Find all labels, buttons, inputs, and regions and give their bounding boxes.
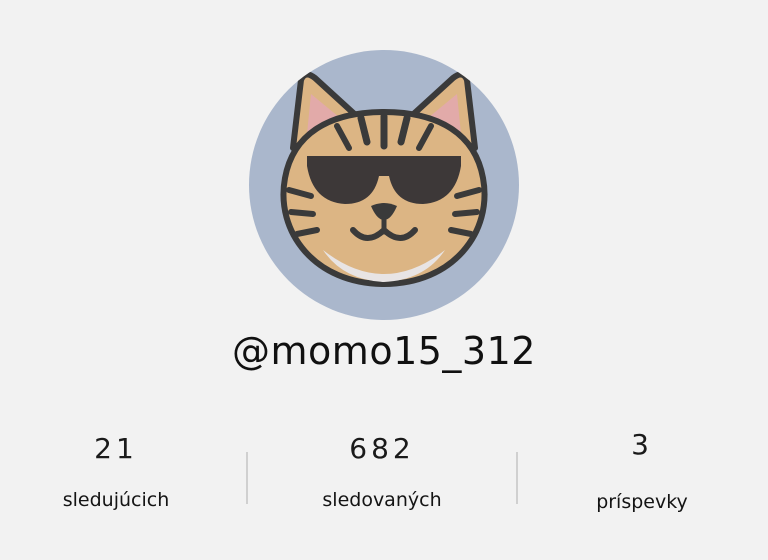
followers-stat[interactable]: 21 sledujúcich [0,425,236,513]
following-stat[interactable]: 682 sledovaných [262,425,502,513]
sunglasses-cat-icon [280,71,488,288]
username: @momo15_312 [232,329,536,373]
posts-label: príspevky [596,491,688,513]
followers-count: 21 [94,432,138,465]
following-label: sledovaných [322,489,442,511]
following-count: 682 [349,432,415,465]
posts-stat[interactable]: 3 príspevky [522,425,762,515]
posts-count: 3 [631,428,653,461]
stat-divider [516,452,518,504]
profile-page: @momo15_312 21 sledujúcich 682 sledovaný… [0,0,768,560]
stat-divider [246,452,248,504]
profile-avatar[interactable] [249,50,519,320]
followers-label: sledujúcich [62,489,170,511]
